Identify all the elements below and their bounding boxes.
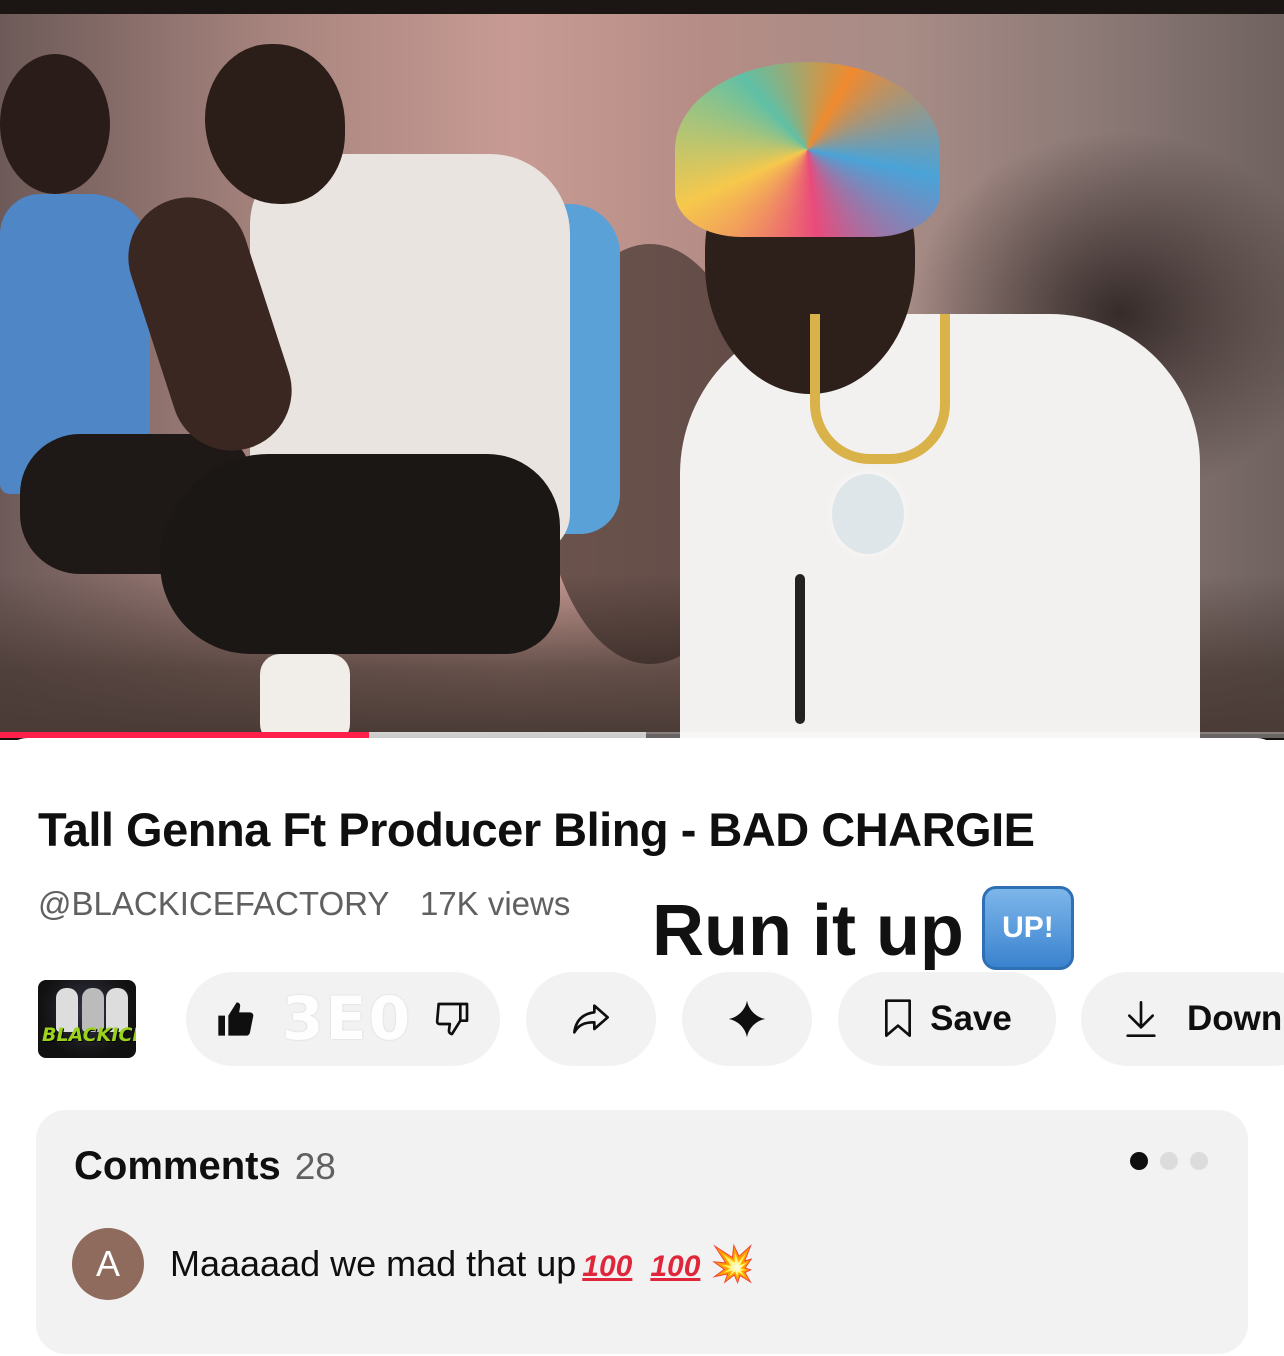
channel-handle[interactable]: @BLACKICEFACTORY xyxy=(38,885,389,922)
person-middle-head xyxy=(205,44,345,204)
carousel-dot xyxy=(1160,1152,1178,1170)
view-count: 17K views xyxy=(419,885,571,922)
gold-chain xyxy=(810,314,950,464)
download-icon xyxy=(1123,999,1159,1039)
download-label: Down xyxy=(1187,999,1283,1038)
player-top-bar xyxy=(0,0,1284,14)
video-title[interactable]: Tall Genna Ft Producer Bling - BAD CHARG… xyxy=(38,802,1035,857)
download-button[interactable]: Down xyxy=(1081,972,1284,1066)
thumbs-up-icon[interactable] xyxy=(214,999,256,1039)
person-left-head xyxy=(0,54,110,194)
person-middle-legs xyxy=(160,454,560,654)
ask-ai-button[interactable] xyxy=(682,972,812,1066)
hundred-points-icon: 100 xyxy=(650,1250,701,1283)
carousel-dots xyxy=(1130,1152,1208,1170)
save-label: Save xyxy=(930,999,1012,1038)
like-count[interactable]: 3E0 xyxy=(282,984,412,1054)
logo-text: BLACKICE xyxy=(42,1024,136,1046)
comment-text: Maaaaad we mad that up xyxy=(170,1243,577,1284)
video-frame[interactable] xyxy=(0,14,1284,740)
like-dislike-group: 3E0 xyxy=(186,972,500,1066)
top-comment[interactable]: Maaaaad we mad that up 100 100 💥 xyxy=(170,1243,755,1285)
save-button[interactable]: Save xyxy=(838,972,1056,1066)
carousel-dot xyxy=(1190,1152,1208,1170)
comments-title: Comments xyxy=(74,1144,281,1188)
microphone-cable xyxy=(795,574,805,724)
comments-heading: Comments 28 xyxy=(74,1144,336,1189)
bookmark-icon xyxy=(882,999,914,1039)
collision-icon: 💥 xyxy=(710,1243,756,1284)
sparkle-icon xyxy=(727,999,767,1039)
channel-avatar[interactable]: BLACKICE xyxy=(38,980,136,1058)
chain-pendant xyxy=(832,474,904,554)
thumbs-down-icon[interactable] xyxy=(432,999,472,1039)
carousel-dot-active xyxy=(1130,1152,1148,1170)
share-button[interactable] xyxy=(526,972,656,1066)
caption-text: Run it up xyxy=(652,891,964,971)
video-player[interactable] xyxy=(0,0,1284,740)
share-icon xyxy=(569,999,613,1039)
bucket-hat xyxy=(675,62,940,237)
video-meta: @BLACKICEFACTORY 17K views xyxy=(38,885,570,923)
commenter-avatar[interactable]: A xyxy=(72,1228,144,1300)
comments-count: 28 xyxy=(294,1146,336,1187)
person-middle-sock xyxy=(260,654,350,740)
comments-panel[interactable]: Comments 28 A Maaaaad we mad that up 100 10… xyxy=(36,1110,1248,1354)
up-emoji-icon: UP! xyxy=(981,886,1074,970)
hundred-points-icon: 100 xyxy=(582,1250,633,1283)
